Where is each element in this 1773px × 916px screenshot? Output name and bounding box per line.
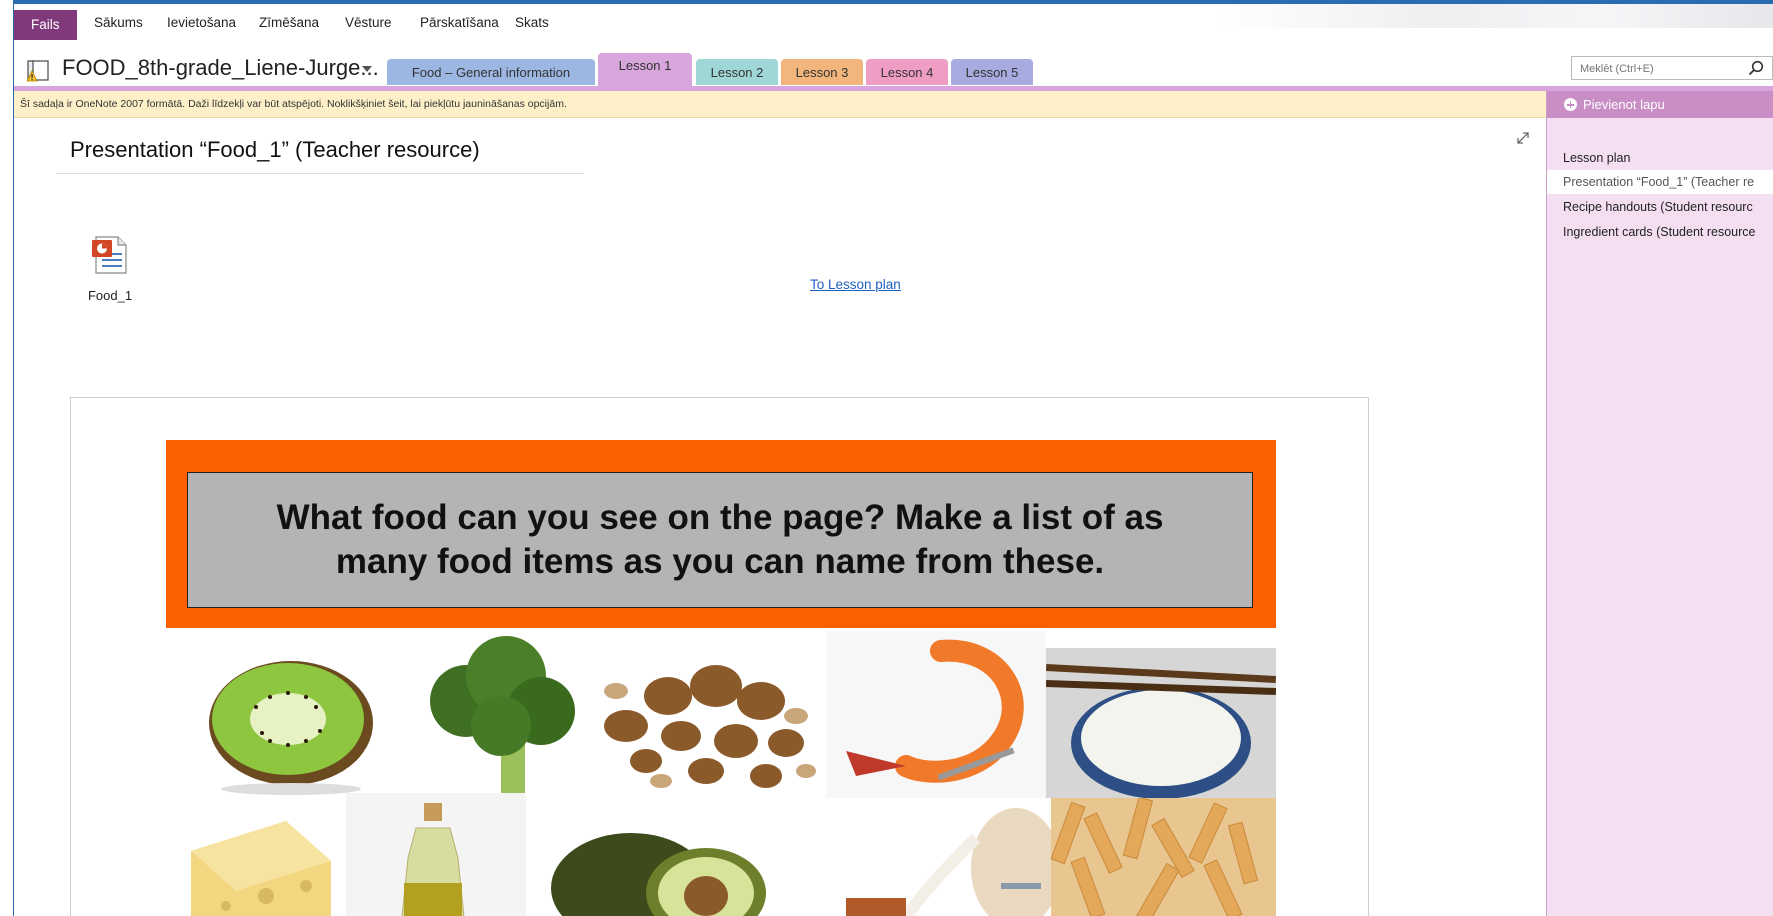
- section-tab-lesson-1[interactable]: Lesson 1: [598, 53, 692, 86]
- tab-home[interactable]: Sākums: [84, 10, 153, 36]
- file-tab[interactable]: Fails: [14, 10, 77, 40]
- notebook-title[interactable]: FOOD_8th-grade_Liene-Jurge...: [62, 55, 379, 81]
- tab-review[interactable]: Pārskatīšana: [410, 10, 509, 36]
- milk-image: [786, 798, 1051, 916]
- kiwi-image: [166, 631, 406, 801]
- pages-pane: Pievienot lapu Lesson plan Presentation …: [1546, 91, 1773, 916]
- title-divider: [56, 173, 584, 174]
- search-icon[interactable]: [1748, 60, 1764, 76]
- broccoli-image: [406, 631, 586, 801]
- to-lesson-plan-link[interactable]: To Lesson plan: [810, 277, 901, 292]
- file-attachment[interactable]: Food_1: [80, 235, 140, 303]
- cheese-image: [166, 801, 346, 916]
- section-tab-lesson-3[interactable]: Lesson 3: [781, 59, 863, 85]
- avocado-image: [526, 808, 786, 916]
- tab-insert[interactable]: Ievietošana: [157, 10, 246, 36]
- section-tab-lesson-2[interactable]: Lesson 2: [696, 59, 778, 85]
- tab-draw[interactable]: Zīmēšana: [249, 10, 329, 36]
- page-title[interactable]: Presentation “Food_1” (Teacher resource): [70, 137, 480, 163]
- upgrade-info-bar[interactable]: Šī sadaļa ir OneNote 2007 formātā. Daži …: [14, 91, 1546, 118]
- search-box[interactable]: [1571, 56, 1773, 80]
- tab-view[interactable]: Skats: [505, 10, 559, 36]
- pasta-image: [1051, 798, 1276, 916]
- page-item-recipe-handouts[interactable]: Recipe handouts (Student resourc: [1547, 195, 1773, 219]
- shrimp-image: [826, 631, 1046, 801]
- page-item-lesson-plan[interactable]: Lesson plan: [1547, 146, 1773, 170]
- attachment-filename: Food_1: [87, 288, 133, 303]
- expand-icon[interactable]: [1516, 131, 1530, 145]
- ribbon-decoration: [1213, 4, 1773, 28]
- page-item-presentation[interactable]: Presentation “Food_1” (Teacher re: [1547, 170, 1773, 194]
- notebook-dropdown-icon[interactable]: [362, 66, 372, 72]
- slide-image: What food can you see on the page? Make …: [70, 397, 1369, 916]
- section-tab-lesson-5[interactable]: Lesson 5: [951, 59, 1033, 85]
- rice-image: [1046, 648, 1276, 801]
- slide-question-box: What food can you see on the page? Make …: [187, 472, 1253, 608]
- search-input[interactable]: [1578, 58, 1752, 80]
- add-page-button[interactable]: Pievienot lapu: [1547, 91, 1773, 118]
- section-tab-general[interactable]: Food – General information: [387, 59, 595, 85]
- section-tab-lesson-4[interactable]: Lesson 4: [866, 59, 948, 85]
- notebook-bar: FOOD_8th-grade_Liene-Jurge... Food – Gen…: [14, 48, 1773, 88]
- notebook-warning-icon[interactable]: [26, 60, 50, 82]
- nuts-image: [586, 631, 826, 801]
- page-title-text: Presentation “Food_1” (Teacher resource): [70, 137, 480, 162]
- add-page-label: Pievienot lapu: [1583, 97, 1665, 112]
- window-left-border: [0, 0, 14, 916]
- add-page-icon: [1564, 98, 1577, 111]
- page-item-ingredient-cards[interactable]: Ingredient cards (Student resource: [1547, 220, 1773, 244]
- powerpoint-file-icon: [92, 236, 127, 274]
- olive-oil-image: [346, 793, 526, 916]
- slide-question-text: What food can you see on the page? Make …: [276, 498, 1164, 581]
- tab-history[interactable]: Vēsture: [335, 10, 402, 36]
- ribbon-tabs: Fails Sākums Ievietošana Zīmēšana Vēstur…: [14, 4, 1773, 42]
